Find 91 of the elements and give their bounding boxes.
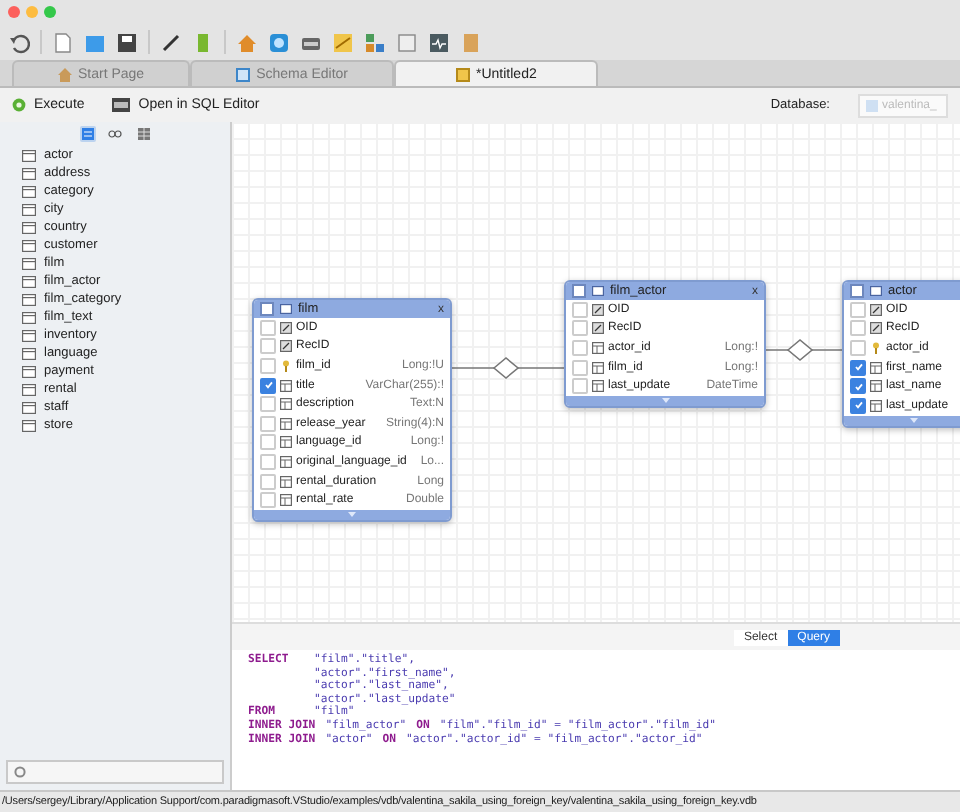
sql-editor-icon bbox=[112, 98, 131, 112]
field-checkbox[interactable] bbox=[260, 377, 276, 394]
field-checkbox[interactable] bbox=[850, 397, 866, 414]
table-icon bbox=[22, 185, 36, 197]
column-icon bbox=[280, 475, 292, 488]
field-checkbox[interactable] bbox=[850, 339, 866, 356]
list-view-icon[interactable] bbox=[79, 126, 95, 142]
column-icon bbox=[870, 399, 882, 412]
id-field-icon bbox=[280, 321, 292, 334]
column-icon bbox=[592, 380, 604, 393]
table-icon bbox=[22, 167, 36, 179]
field-checkbox[interactable] bbox=[260, 453, 276, 470]
table-icon bbox=[870, 286, 882, 296]
table-icon bbox=[22, 293, 36, 305]
table-icon bbox=[22, 221, 36, 233]
id-field-icon bbox=[870, 322, 882, 335]
table-icon bbox=[22, 383, 36, 395]
table-icon bbox=[22, 203, 36, 215]
folder-icon[interactable] bbox=[84, 31, 106, 53]
table-icon bbox=[22, 329, 36, 341]
column-icon bbox=[280, 494, 292, 507]
execute-icon bbox=[12, 98, 26, 112]
field-checkbox[interactable] bbox=[572, 339, 588, 356]
save-icon[interactable] bbox=[116, 31, 138, 53]
field-checkbox[interactable] bbox=[260, 473, 276, 490]
chart-icon[interactable] bbox=[332, 31, 354, 53]
column-icon bbox=[592, 341, 604, 354]
field-checkbox[interactable] bbox=[260, 434, 276, 451]
field-checkbox[interactable] bbox=[572, 359, 588, 376]
schema-icon bbox=[236, 67, 251, 81]
diagram-icon[interactable] bbox=[364, 31, 386, 53]
column-icon bbox=[870, 361, 882, 374]
field-checkbox[interactable] bbox=[260, 338, 276, 355]
field-checkbox[interactable] bbox=[572, 378, 588, 395]
field-checkbox[interactable] bbox=[260, 396, 276, 413]
id-field-icon bbox=[592, 303, 604, 316]
field-checkbox[interactable] bbox=[572, 301, 588, 318]
window-icon[interactable] bbox=[396, 31, 418, 53]
table-icon bbox=[22, 347, 36, 359]
database-icon bbox=[866, 99, 878, 111]
field-checkbox[interactable] bbox=[260, 319, 276, 336]
table-icon bbox=[22, 257, 36, 269]
relation-line bbox=[761, 338, 843, 362]
column-icon bbox=[280, 398, 292, 411]
id-field-icon bbox=[592, 322, 604, 335]
grid-view-icon[interactable] bbox=[135, 126, 151, 142]
column-icon bbox=[870, 380, 882, 393]
zoom-window-button[interactable] bbox=[44, 6, 56, 18]
caret-icon[interactable] bbox=[661, 397, 669, 404]
terminal-icon[interactable] bbox=[428, 31, 450, 53]
select-all-checkbox[interactable] bbox=[850, 284, 864, 298]
close-window-button[interactable] bbox=[8, 6, 20, 18]
field-checkbox[interactable] bbox=[850, 301, 866, 318]
column-icon bbox=[280, 436, 292, 449]
new-document-icon[interactable] bbox=[52, 31, 74, 53]
relation-line bbox=[447, 356, 565, 380]
key-icon bbox=[280, 359, 292, 372]
table-icon bbox=[22, 311, 36, 323]
field-checkbox[interactable] bbox=[850, 378, 866, 395]
field-checkbox[interactable] bbox=[850, 320, 866, 337]
caret-icon[interactable] bbox=[910, 417, 918, 424]
key-icon bbox=[870, 341, 882, 354]
filter-field[interactable] bbox=[6, 760, 224, 784]
undo-icon[interactable] bbox=[8, 31, 30, 53]
query-icon bbox=[456, 67, 470, 81]
column-icon bbox=[280, 455, 292, 468]
column-icon bbox=[280, 417, 292, 430]
minimize-window-button[interactable] bbox=[26, 6, 38, 18]
field-checkbox[interactable] bbox=[260, 492, 276, 509]
column-icon bbox=[280, 379, 292, 392]
id-field-icon bbox=[280, 340, 292, 353]
field-checkbox[interactable] bbox=[850, 359, 866, 376]
table-icon bbox=[22, 401, 36, 413]
caret-icon[interactable] bbox=[348, 511, 356, 518]
select-all-checkbox[interactable] bbox=[572, 284, 586, 298]
field-checkbox[interactable] bbox=[572, 320, 588, 337]
link-view-icon[interactable] bbox=[107, 126, 123, 142]
home-icon bbox=[58, 67, 72, 81]
table-icon bbox=[22, 149, 36, 161]
column-icon bbox=[592, 361, 604, 374]
table-icon bbox=[280, 304, 292, 314]
table-icon bbox=[22, 419, 36, 431]
table-icon bbox=[22, 365, 36, 377]
table-icon bbox=[592, 286, 604, 296]
table-icon bbox=[22, 239, 36, 251]
field-checkbox[interactable] bbox=[260, 415, 276, 432]
home-icon[interactable] bbox=[236, 31, 258, 53]
table-icon bbox=[22, 275, 36, 287]
id-field-icon bbox=[870, 303, 882, 316]
select-all-checkbox[interactable] bbox=[260, 302, 274, 316]
field-checkbox[interactable] bbox=[260, 357, 276, 374]
